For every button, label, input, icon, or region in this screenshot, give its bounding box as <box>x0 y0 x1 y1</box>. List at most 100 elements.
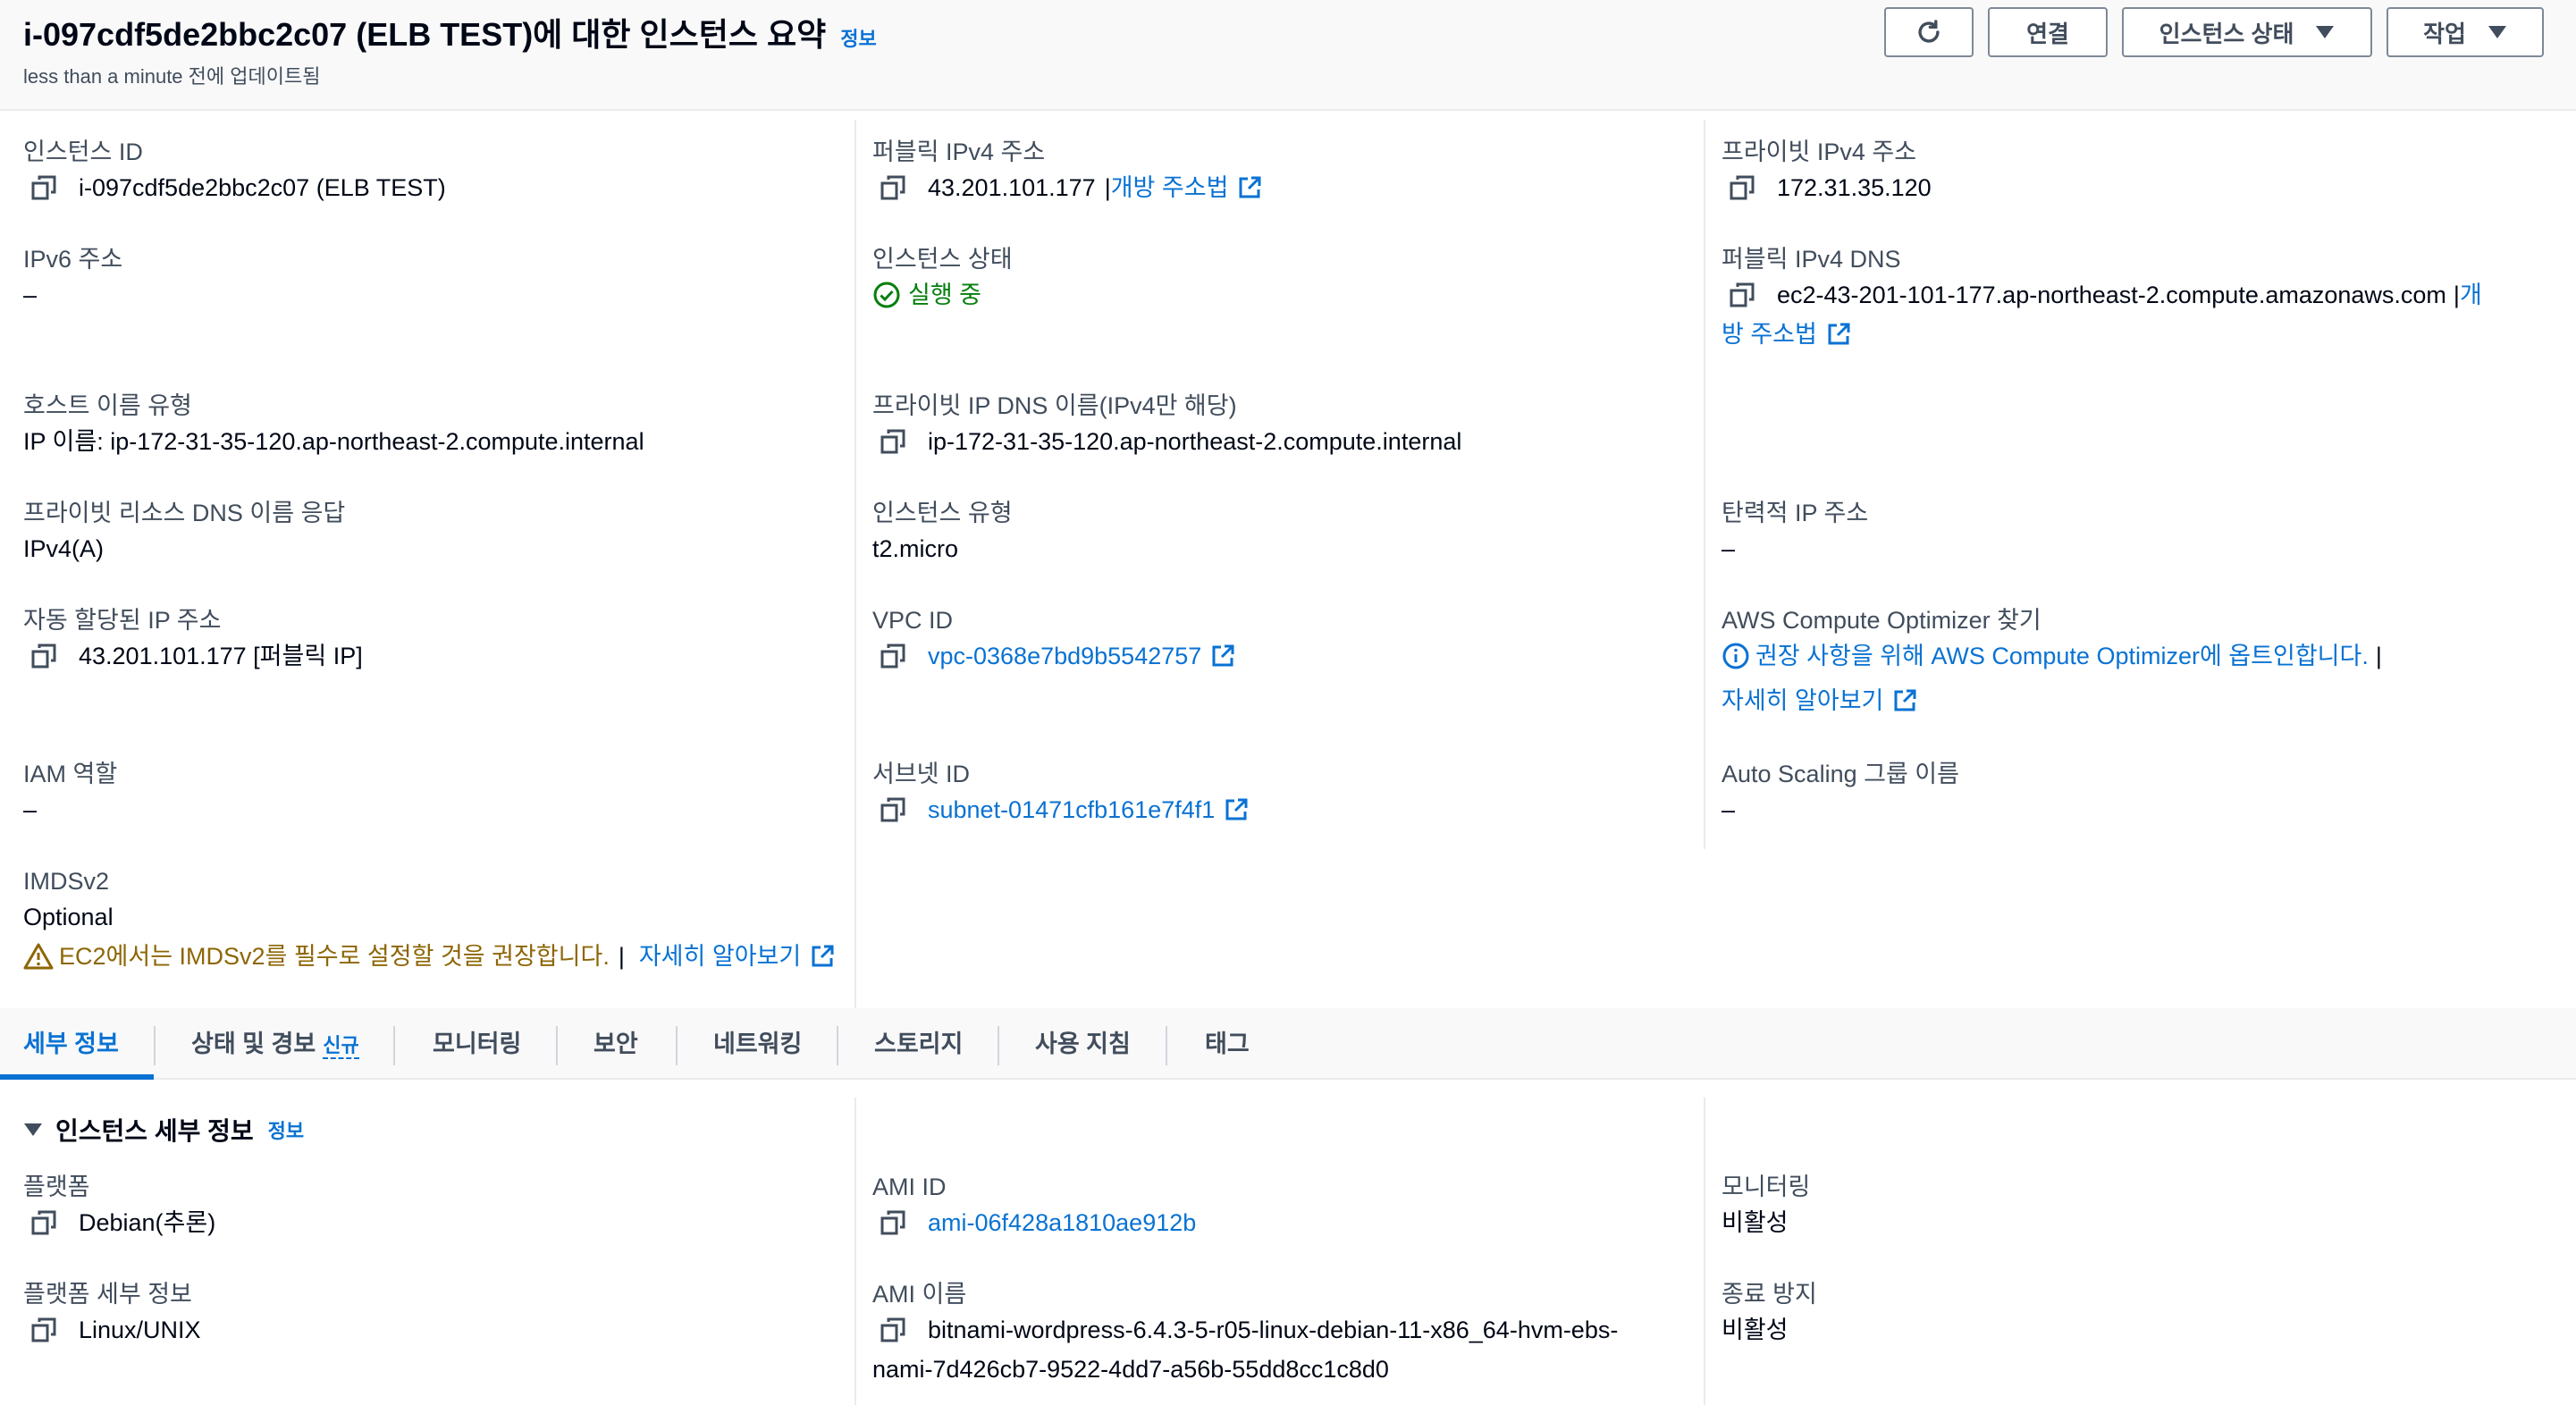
compute-optimizer-learn-more-link[interactable]: 자세히 알아보기 <box>1722 681 1883 720</box>
info-circle-icon <box>1722 643 1749 669</box>
column-divider <box>854 120 856 1008</box>
field-compute-optimizer: AWS Compute Optimizer 찾기 권장 사항을 위해 AWS C… <box>1722 604 2382 720</box>
field-label: 인스턴스 유형 <box>872 500 1013 526</box>
copy-icon[interactable] <box>1729 174 1755 201</box>
field-imdsv2: IMDSv2 Optional EC2에서는 IMDSv2를 필수로 설정할 것… <box>23 865 835 976</box>
copy-icon[interactable] <box>880 174 906 201</box>
instance-details-header[interactable]: 인스턴스 세부 정보 정보 <box>23 1112 304 1148</box>
column-divider <box>1704 1098 1705 1405</box>
connect-button[interactable]: 연결 <box>1988 7 2108 57</box>
iam-role-value: – <box>23 796 38 823</box>
external-link-icon[interactable] <box>810 944 835 969</box>
instance-state-dropdown-label: 인스턴스 상태 <box>2159 20 2294 47</box>
field-private-ipv4: 프라이빗 IPv4 주소 172.31.35.120 <box>1722 136 1932 207</box>
imdsv2-learn-more-link[interactable]: 자세히 알아보기 <box>639 937 801 976</box>
tab-storage[interactable]: 스토리지 <box>874 1008 963 1080</box>
ami-name-value: bitnami-wordpress-6.4.3-5-r05-linux-debi… <box>928 1317 1619 1343</box>
copy-icon[interactable] <box>880 643 906 669</box>
tab-bar: 세부 정보 상태 및 경보 신규 모니터링 보안 네트워킹 스토리지 사용 지침 … <box>0 1008 2576 1080</box>
field-label: 플랫폼 <box>23 1174 90 1200</box>
external-link-icon[interactable] <box>1224 797 1249 822</box>
open-address-link[interactable]: 방 주소법 <box>1722 315 1817 354</box>
compute-optimizer-opt-in-link[interactable]: 권장 사항을 위해 AWS Compute Optimizer에 옵트인합니다. <box>1755 636 2369 676</box>
tab-separator <box>154 1026 156 1065</box>
field-termination-protection: 종료 방지 비활성 <box>1722 1278 1817 1350</box>
external-link-icon[interactable] <box>1237 175 1262 200</box>
field-value: 43.201.101.177 [퍼블릭 IP] <box>23 636 363 676</box>
copy-icon[interactable] <box>880 1317 906 1343</box>
field-label: 프라이빗 IP DNS 이름(IPv4만 해당) <box>872 392 1237 419</box>
success-check-icon <box>873 282 900 308</box>
field-label: 퍼블릭 IPv4 DNS <box>1722 246 1901 273</box>
field-value: bitnami-wordpress-6.4.3-5-r05-linux-debi… <box>872 1310 1618 1350</box>
instance-state-value: 실행 중 <box>908 282 982 308</box>
external-link-icon[interactable] <box>1210 644 1235 669</box>
private-dns-answer-value: IPv4(A) <box>23 535 105 562</box>
field-label: 모니터링 <box>1722 1174 1811 1200</box>
tab-usage-guide[interactable]: 사용 지침 <box>1035 1008 1131 1080</box>
open-address-link-part[interactable]: 개 <box>2460 275 2482 315</box>
platform-details-value: Linux/UNIX <box>79 1317 201 1343</box>
refresh-icon <box>1918 20 1940 43</box>
tab-security[interactable]: 보안 <box>593 1008 638 1080</box>
external-link-icon[interactable] <box>1892 688 1917 713</box>
field-ami-id: AMI ID ami-06f428a1810ae912b <box>872 1171 1196 1242</box>
tab-status-alarms[interactable]: 상태 및 경보 신규 <box>191 1008 359 1080</box>
field-iam-role: IAM 역할 – <box>23 758 117 829</box>
ipv6-value: – <box>23 282 38 308</box>
caret-down-icon <box>2316 26 2335 38</box>
copy-icon[interactable] <box>880 1209 906 1236</box>
field-value: ip-172-31-35-120.ap-northeast-2.compute.… <box>872 422 1461 461</box>
separator: | <box>618 943 625 970</box>
field-value: 실행 중 <box>872 275 1013 315</box>
copy-icon[interactable] <box>1729 282 1755 308</box>
field-value: Debian(추론) <box>23 1203 215 1242</box>
instance-state-dropdown[interactable]: 인스턴스 상태 <box>2122 7 2372 57</box>
subnet-id-link[interactable]: subnet-01471cfb161e7f4f1 <box>928 790 1215 829</box>
field-label: AMI 이름 <box>872 1281 967 1308</box>
open-address-link[interactable]: 개방 주소법 <box>1111 168 1229 207</box>
termination-protection-value: 비활성 <box>1722 1317 1789 1343</box>
field-platform-details: 플랫폼 세부 정보 Linux/UNIX <box>23 1278 201 1350</box>
copy-icon[interactable] <box>30 1317 57 1343</box>
imdsv2-warning: EC2에서는 IMDSv2를 필수로 설정할 것을 권장합니다. | 자세히 알… <box>23 937 835 976</box>
field-label: 서브넷 ID <box>872 761 971 787</box>
public-dns-value: ec2-43-201-101-177.ap-northeast-2.comput… <box>1777 282 2446 308</box>
active-tab-indicator <box>0 1074 154 1080</box>
copy-icon[interactable] <box>30 1209 57 1236</box>
separator: | <box>2453 282 2460 308</box>
refresh-button[interactable] <box>1884 7 1974 57</box>
tab-tags[interactable]: 태그 <box>1205 1008 1250 1080</box>
copy-icon[interactable] <box>30 174 57 201</box>
monitoring-value: 비활성 <box>1722 1209 1789 1236</box>
field-value: vpc-0368e7bd9b5542757 <box>872 636 1235 676</box>
field-value: 43.201.101.177 | 개방 주소법 <box>872 168 1262 207</box>
imdsv2-warning-text: EC2에서는 IMDSv2를 필수로 설정할 것을 권장합니다. <box>59 943 610 970</box>
field-label: 프라이빗 리소스 DNS 이름 응답 <box>23 500 346 526</box>
field-value: ec2-43-201-101-177.ap-northeast-2.comput… <box>1722 275 2482 315</box>
vpc-id-link[interactable]: vpc-0368e7bd9b5542757 <box>928 636 1201 676</box>
ami-id-link[interactable]: ami-06f428a1810ae912b <box>928 1203 1196 1242</box>
instance-type-value: t2.micro <box>872 535 959 562</box>
field-public-dns: 퍼블릭 IPv4 DNS ec2-43-201-101-177.ap-north… <box>1722 243 2482 354</box>
tab-details[interactable]: 세부 정보 <box>23 1008 119 1080</box>
copy-icon[interactable] <box>880 428 906 455</box>
section-info-link[interactable]: 정보 <box>268 1115 304 1144</box>
section-title: 인스턴스 세부 정보 <box>55 1117 254 1145</box>
field-value: ami-06f428a1810ae912b <box>872 1203 1196 1242</box>
tab-monitoring[interactable]: 모니터링 <box>433 1008 521 1080</box>
tab-separator <box>676 1026 678 1065</box>
title-info-link[interactable]: 정보 <box>840 23 876 52</box>
copy-icon[interactable] <box>30 643 57 669</box>
field-value: i-097cdf5de2bbc2c07 (ELB TEST) <box>23 168 446 207</box>
asg-name-value: – <box>1722 796 1736 823</box>
column-divider <box>854 1098 856 1405</box>
field-ami-name: AMI 이름 bitnami-wordpress-6.4.3-5-r05-lin… <box>872 1278 1618 1389</box>
field-label: 자동 할당된 IP 주소 <box>23 607 222 634</box>
tab-networking[interactable]: 네트워킹 <box>713 1008 802 1080</box>
field-label: VPC ID <box>872 607 954 634</box>
field-value: subnet-01471cfb161e7f4f1 <box>872 790 1249 829</box>
actions-dropdown[interactable]: 작업 <box>2387 7 2544 57</box>
copy-icon[interactable] <box>880 796 906 823</box>
external-link-icon[interactable] <box>1826 322 1851 347</box>
